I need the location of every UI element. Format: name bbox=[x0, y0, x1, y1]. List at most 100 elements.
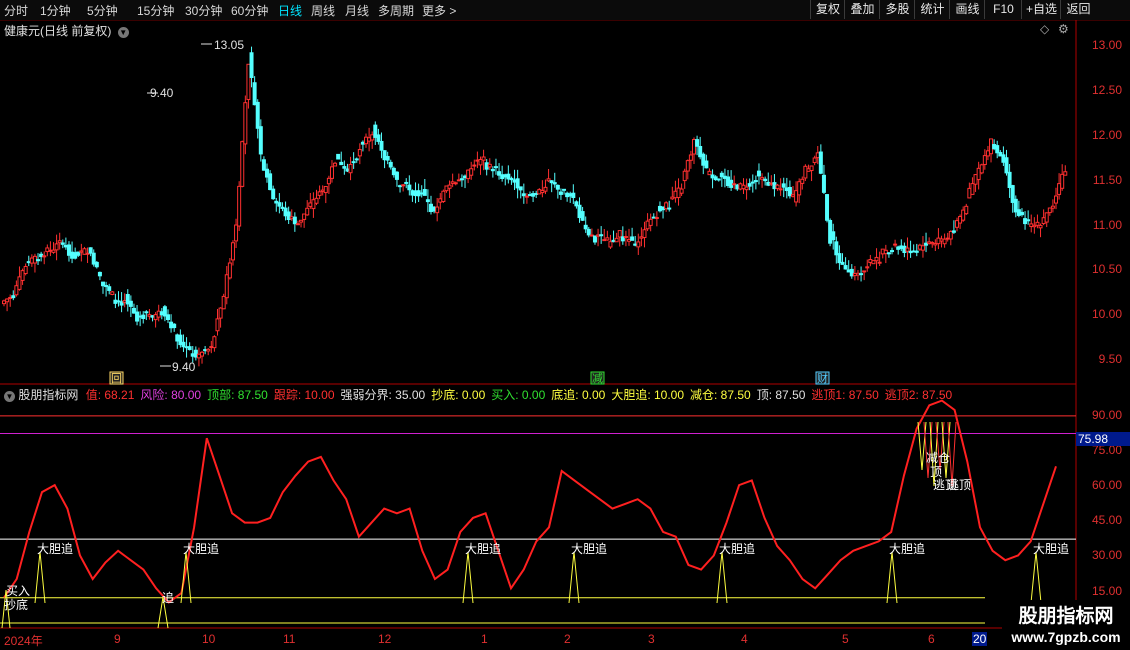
candle bbox=[268, 170, 273, 191]
event-marker-0[interactable]: 回 bbox=[109, 371, 124, 385]
candle bbox=[902, 242, 907, 258]
indicator-tick-4: 30.00 bbox=[1091, 548, 1122, 562]
bold-chase-signal-5: 大胆追 bbox=[886, 541, 925, 604]
candle bbox=[744, 178, 749, 200]
candle bbox=[766, 172, 771, 187]
candle bbox=[373, 121, 378, 145]
price-tick-7: 9.50 bbox=[1098, 352, 1122, 366]
candle bbox=[88, 247, 93, 257]
candle bbox=[459, 174, 464, 187]
candle bbox=[419, 185, 424, 198]
candle bbox=[1035, 214, 1040, 229]
candle bbox=[156, 304, 161, 322]
candle bbox=[589, 228, 594, 237]
candle bbox=[642, 221, 647, 248]
candle bbox=[998, 150, 1003, 157]
candle bbox=[1060, 164, 1065, 191]
candle bbox=[976, 161, 981, 190]
candle bbox=[691, 137, 696, 165]
time-tick-0: 2024年 bbox=[4, 634, 43, 648]
candle bbox=[1019, 208, 1024, 217]
candle bbox=[475, 151, 480, 169]
candle bbox=[227, 258, 232, 280]
indicator-field-0: 值: 68.21 bbox=[85, 388, 135, 402]
bold-chase-signal-2: 大胆追 bbox=[462, 541, 501, 604]
candle bbox=[261, 156, 266, 171]
candle bbox=[524, 193, 529, 204]
candle bbox=[413, 182, 418, 204]
indicator-tick-0: 90.00 bbox=[1091, 408, 1122, 422]
candle bbox=[295, 220, 300, 226]
candle bbox=[308, 192, 313, 209]
candle bbox=[716, 178, 721, 182]
bold-chase-signal-3: 大胆追 bbox=[568, 541, 607, 604]
candle bbox=[667, 200, 672, 212]
candle bbox=[110, 290, 115, 296]
candle bbox=[911, 244, 916, 253]
indicator-field-12: 逃顶2: 87.50 bbox=[884, 388, 953, 402]
candle bbox=[908, 240, 913, 258]
candle bbox=[787, 180, 792, 199]
candle bbox=[537, 188, 542, 195]
candle bbox=[438, 193, 443, 210]
candle bbox=[339, 151, 344, 166]
candle bbox=[407, 175, 412, 196]
svg-text:大胆追: 大胆追 bbox=[465, 541, 501, 556]
candle bbox=[314, 189, 319, 206]
candle bbox=[577, 197, 582, 223]
candle bbox=[627, 228, 632, 246]
candle bbox=[639, 227, 644, 247]
candle bbox=[1038, 223, 1043, 238]
svg-text:大胆追: 大胆追 bbox=[1033, 541, 1069, 556]
candle bbox=[778, 178, 783, 196]
candle bbox=[763, 176, 768, 186]
candle bbox=[917, 243, 922, 251]
candle bbox=[531, 191, 536, 203]
price-tick-6: 10.00 bbox=[1091, 307, 1122, 321]
candle bbox=[302, 213, 307, 228]
candle bbox=[48, 241, 53, 257]
candle bbox=[401, 183, 406, 192]
candle bbox=[453, 181, 458, 186]
candle bbox=[868, 254, 873, 267]
svg-text:追: 追 bbox=[162, 590, 174, 605]
candle bbox=[323, 185, 328, 204]
candle bbox=[985, 145, 990, 161]
candle bbox=[1007, 164, 1012, 198]
indicator-info-bar: ▼ 股朋指标网 值: 68.21 风险: 80.00 顶部: 87.50 跟踪: 10… bbox=[4, 386, 958, 403]
candle bbox=[425, 189, 430, 213]
candle bbox=[240, 140, 245, 188]
candle bbox=[936, 228, 941, 250]
price-tick-0: 13.00 bbox=[1091, 38, 1122, 52]
svg-text:财: 财 bbox=[817, 371, 828, 385]
candle bbox=[738, 182, 743, 191]
candle bbox=[871, 260, 876, 265]
candle bbox=[165, 309, 170, 324]
candle bbox=[797, 178, 802, 204]
high-price-label: 13.05 bbox=[214, 38, 244, 52]
time-tick-10: 6 bbox=[928, 632, 935, 646]
candle bbox=[636, 233, 641, 255]
candle bbox=[131, 303, 136, 314]
candle bbox=[360, 140, 365, 152]
indicator-field-5: 抄底: 0.00 bbox=[431, 388, 486, 402]
event-marker-2[interactable]: 财 bbox=[815, 371, 830, 385]
candle bbox=[657, 201, 662, 213]
candle bbox=[825, 193, 830, 223]
event-marker-1[interactable]: 减 bbox=[590, 371, 605, 385]
candle bbox=[837, 245, 842, 270]
candle bbox=[732, 175, 737, 190]
candle bbox=[942, 233, 947, 248]
candle bbox=[466, 169, 471, 184]
candle bbox=[1054, 187, 1058, 210]
svg-text:减: 减 bbox=[592, 372, 603, 385]
candle bbox=[961, 206, 966, 222]
candle bbox=[930, 241, 935, 248]
candle bbox=[1010, 184, 1015, 213]
time-tick-8: 4 bbox=[741, 632, 748, 646]
candle bbox=[200, 350, 205, 364]
candle bbox=[679, 183, 684, 197]
chevron-down-icon[interactable]: ▼ bbox=[4, 391, 15, 402]
candle bbox=[351, 152, 356, 169]
candle bbox=[719, 171, 724, 187]
